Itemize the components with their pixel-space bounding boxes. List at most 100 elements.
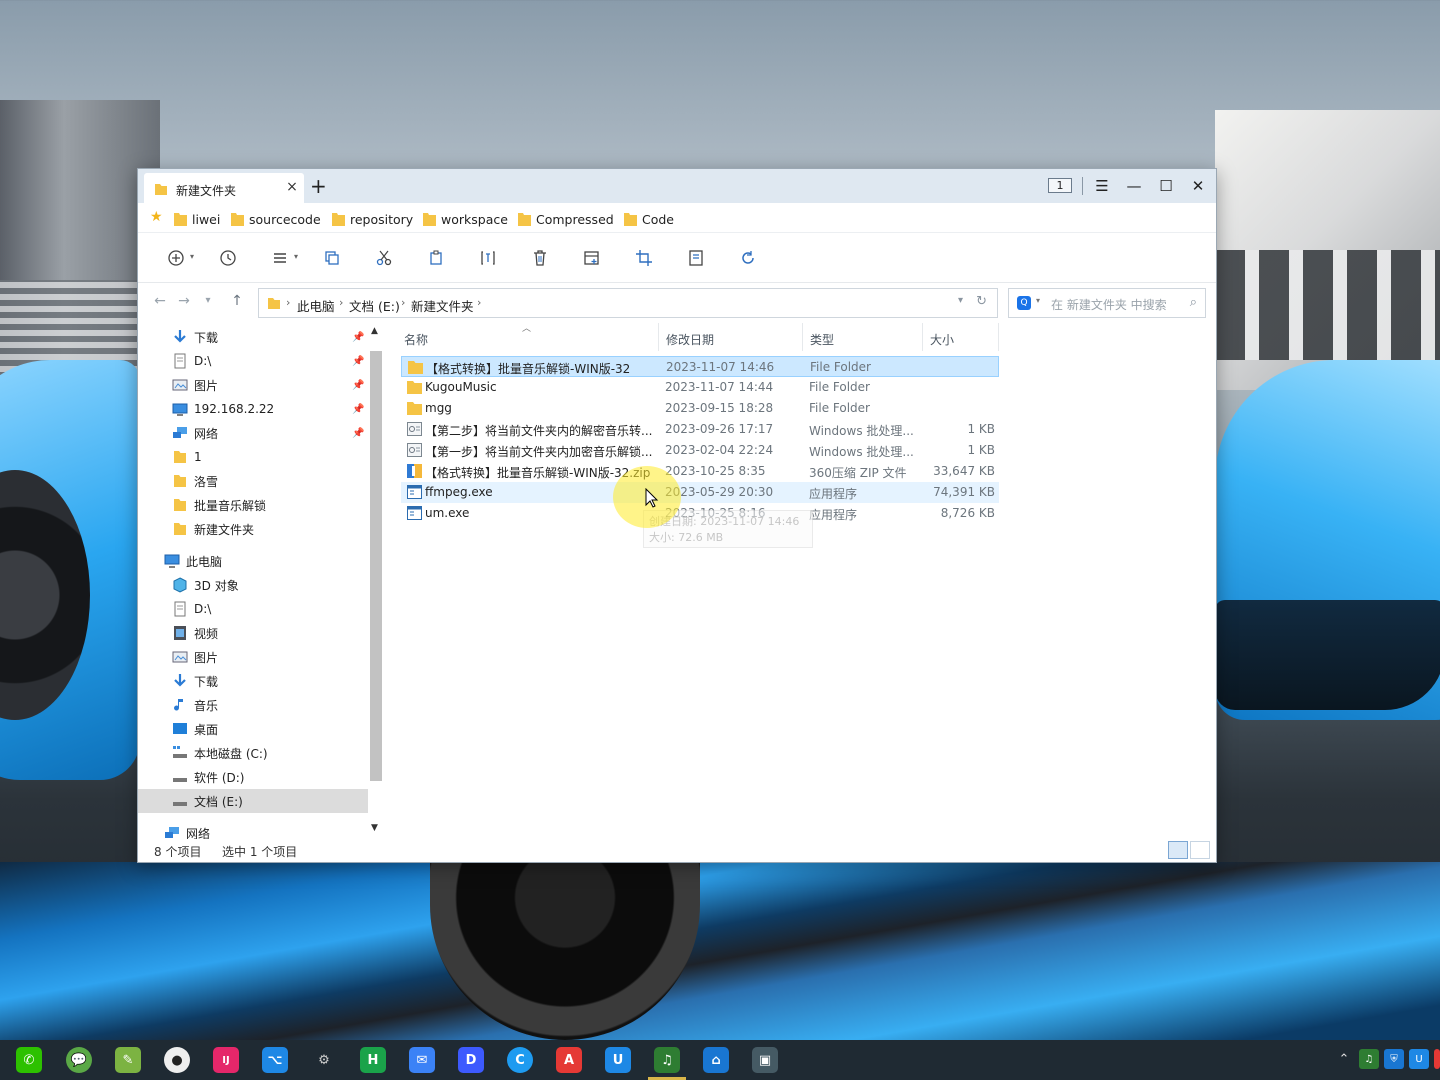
breadcrumb-drive-e[interactable]: 文档 (E:) — [349, 296, 400, 315]
pin-icon[interactable]: 📌 — [352, 380, 364, 391]
nav-item-pictures[interactable]: 图片 📌 — [138, 373, 368, 397]
scroll-up-arrow-icon[interactable]: ▲ — [371, 326, 378, 336]
nav-scrollbar[interactable]: ▲ ▼ — [368, 323, 384, 839]
notepad-plus-icon[interactable]: ✎ — [115, 1047, 141, 1073]
favorite-sourcecode[interactable]: sourcecode — [231, 210, 321, 228]
pdf-tray-icon[interactable] — [1434, 1049, 1440, 1069]
close-button[interactable]: ✕ — [1187, 175, 1209, 197]
file-row[interactable]: ffmpeg.exe 2023-05-29 20:30 应用程序 74,391 … — [401, 482, 999, 503]
nav-item-download-pc[interactable]: 下载 — [138, 669, 368, 693]
favorite-liwei[interactable]: liwei — [174, 210, 220, 228]
nav-item-this-pc[interactable]: 此电脑 — [138, 549, 368, 573]
new-icon[interactable]: ▾ — [164, 247, 194, 269]
tray-chevron-up-icon[interactable]: ⌃ — [1334, 1049, 1354, 1069]
file-row[interactable]: 【格式转换】批量音乐解锁-WIN版-32 2023-11-07 14:46 Fi… — [401, 356, 999, 377]
paste-icon[interactable] — [424, 247, 448, 269]
rename-icon[interactable] — [476, 247, 500, 269]
refresh-icon[interactable] — [736, 247, 760, 269]
nav-item-local-disk-c[interactable]: 本地磁盘 (C:) — [138, 741, 368, 765]
nav-item-music[interactable]: 音乐 — [138, 693, 368, 717]
cut-icon[interactable] — [372, 247, 396, 269]
nav-item-network[interactable]: 网络 📌 — [138, 421, 368, 445]
nav-item-d-path[interactable]: D:\ — [138, 597, 368, 621]
file-row[interactable]: 【第一步】将当前文件夹内加密音乐解锁... 2023-02-04 22:24 W… — [401, 440, 999, 461]
column-date[interactable]: 修改日期 — [666, 331, 714, 348]
pdf-editor-icon[interactable]: A — [556, 1047, 582, 1073]
breadcrumb-this-pc[interactable]: 此电脑 — [297, 296, 335, 315]
file-row[interactable]: 【格式转换】批量音乐解锁-WIN版-32.zip 2023-10-25 8:35… — [401, 461, 999, 482]
menu-button[interactable]: ☰ — [1091, 175, 1113, 197]
dingtalk-icon[interactable]: D — [458, 1047, 484, 1073]
qq-icon[interactable]: ● — [164, 1047, 190, 1073]
chat-bubble-icon[interactable]: 💬 — [66, 1047, 92, 1073]
search-input[interactable]: 在 新建文件夹 中搜索 — [1051, 296, 1167, 313]
pin-icon[interactable]: 📌 — [352, 332, 364, 343]
nav-item-network-root[interactable]: 网络 — [138, 821, 368, 839]
up-arrow-icon[interactable]: ↑ — [228, 293, 246, 309]
address-refresh-icon[interactable]: ↻ — [976, 294, 987, 309]
copy-icon[interactable] — [320, 247, 344, 269]
file-row[interactable]: 【第二步】将当前文件夹内的解密音乐转... 2023-09-26 17:17 W… — [401, 419, 999, 440]
delete-icon[interactable] — [528, 247, 552, 269]
pin-icon[interactable]: 📌 — [352, 428, 364, 439]
minimize-button[interactable]: — — [1123, 175, 1145, 197]
breadcrumb-current-folder[interactable]: 新建文件夹 — [411, 296, 474, 315]
file-row[interactable]: KugouMusic 2023-11-07 14:44 File Folder — [401, 377, 999, 398]
file-row[interactable]: mgg 2023-09-15 18:28 File Folder — [401, 398, 999, 419]
column-size[interactable]: 大小 — [930, 331, 954, 348]
vscode-icon[interactable]: ⌥ — [262, 1047, 288, 1073]
history-icon[interactable] — [216, 247, 240, 269]
hbuilder-icon[interactable]: H — [360, 1047, 386, 1073]
details-view-icon[interactable] — [1168, 841, 1188, 859]
pin-icon[interactable]: 📌 — [352, 404, 364, 415]
nav-item-folder-luoxue[interactable]: 洛雪 — [138, 469, 368, 493]
column-divider[interactable] — [998, 323, 999, 351]
nav-item-disk-d[interactable]: 软件 (D:) — [138, 765, 368, 789]
nav-item-videos[interactable]: 视频 — [138, 621, 368, 645]
address-dropdown-chevron-icon[interactable]: ▾ — [958, 295, 963, 306]
large-icons-view-icon[interactable] — [1190, 841, 1210, 859]
favorite-repository[interactable]: repository — [332, 210, 413, 228]
view-mode-icon[interactable]: ▾ — [268, 247, 298, 269]
search-box[interactable]: Q ▾ 在 新建文件夹 中搜索 ⌕ — [1008, 288, 1206, 318]
star-icon[interactable]: ★ — [150, 209, 163, 225]
security-tray-icon[interactable]: ⛨ — [1384, 1049, 1404, 1069]
nav-item-folder-music-unlock[interactable]: 批量音乐解锁 — [138, 493, 368, 517]
nav-item-folder-new[interactable]: 新建文件夹 — [138, 517, 368, 541]
maximize-button[interactable]: ☐ — [1155, 175, 1177, 197]
forward-arrow-icon[interactable]: → — [175, 293, 193, 309]
favorite-workspace[interactable]: workspace — [423, 210, 508, 228]
scroll-thumb[interactable] — [370, 351, 382, 781]
column-divider[interactable] — [802, 323, 803, 351]
scroll-down-arrow-icon[interactable]: ▼ — [371, 823, 378, 833]
nav-item-pictures-pc[interactable]: 图片 — [138, 645, 368, 669]
music-unlock-icon[interactable]: ♫ — [654, 1047, 680, 1073]
pin-icon[interactable]: 📌 — [352, 356, 364, 367]
wechat-icon[interactable]: ✆ — [16, 1047, 42, 1073]
column-type[interactable]: 类型 — [810, 331, 834, 348]
address-bar[interactable]: › 此电脑 › 文档 (E:) › 新建文件夹 › ▾ ↻ — [258, 288, 998, 318]
u-tray-icon[interactable]: U — [1409, 1049, 1429, 1069]
music-tray-icon[interactable]: ♫ — [1359, 1049, 1379, 1069]
nav-item-download[interactable]: 下载 📌 — [138, 325, 368, 349]
search-engine-chevron-icon[interactable]: ▾ — [1036, 296, 1040, 305]
new-tab-button[interactable]: + — [310, 173, 327, 199]
nav-item-3d-objects[interactable]: 3D 对象 — [138, 573, 368, 597]
nav-item-desktop[interactable]: 桌面 — [138, 717, 368, 741]
nav-item-network-drive[interactable]: 192.168.2.22 📌 — [138, 397, 368, 421]
search-engine-icon[interactable]: Q — [1017, 296, 1031, 310]
properties-icon[interactable] — [580, 247, 604, 269]
tab-close-button[interactable]: × — [284, 179, 300, 195]
back-arrow-icon[interactable]: ← — [151, 293, 169, 309]
favorite-code[interactable]: Code — [624, 210, 674, 228]
column-divider[interactable] — [658, 323, 659, 351]
recent-chevron-down-icon[interactable]: ▾ — [199, 295, 217, 306]
intellij-icon[interactable]: IJ — [213, 1047, 239, 1073]
window-count-badge[interactable]: 1 — [1048, 178, 1072, 193]
favorite-compressed[interactable]: Compressed — [518, 210, 614, 228]
notepad-icon[interactable] — [684, 247, 708, 269]
settings-gear-icon[interactable]: ⚙ — [311, 1047, 337, 1073]
browser-c-icon[interactable]: C — [507, 1047, 533, 1073]
screen-capture-icon[interactable]: ▣ — [752, 1047, 778, 1073]
tab-current[interactable]: 新建文件夹 × — [144, 173, 304, 203]
